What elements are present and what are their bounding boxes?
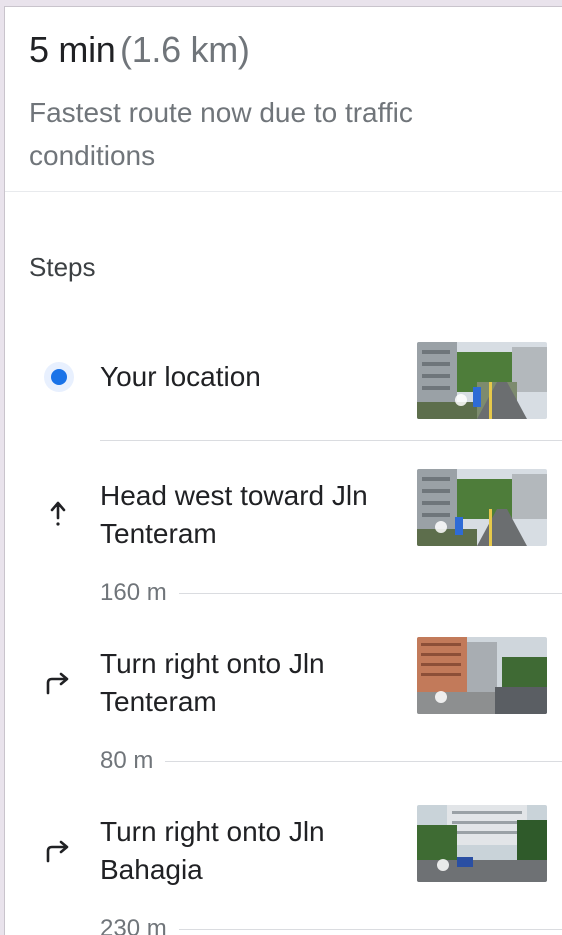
step-text: Head west toward Jln Tenteram — [100, 480, 368, 549]
steps-heading: Steps — [29, 252, 96, 282]
street-view-thumbnail[interactable] — [417, 637, 547, 714]
divider — [5, 191, 562, 192]
turn-right-icon — [43, 835, 73, 865]
step-distance: 230 m — [100, 915, 562, 935]
step-text: Turn right onto Jln Tenteram — [100, 648, 325, 717]
arrow-up-icon — [43, 499, 73, 529]
step-distance: 160 m — [100, 579, 562, 609]
route-time: 5 min — [29, 29, 116, 70]
turn-right-icon — [43, 667, 73, 697]
step-text: Your location — [100, 361, 261, 392]
distance-rule — [100, 761, 562, 762]
route-distance: (1.6 km) — [120, 29, 250, 70]
step-item-your-location[interactable]: Your location — [5, 337, 562, 419]
distance-label: 230 m — [100, 915, 179, 935]
distance-label: 160 m — [100, 579, 179, 607]
directions-panel: 5 min (1.6 km) Fastest route now due to … — [4, 6, 562, 935]
street-view-thumbnail[interactable] — [417, 342, 547, 419]
street-view-thumbnail[interactable] — [417, 469, 547, 546]
route-note: Fastest route now due to traffic conditi… — [29, 97, 413, 171]
step-item-head-west[interactable]: Head west toward Jln Tenteram — [5, 469, 562, 549]
route-summary: 5 min (1.6 km) — [29, 29, 562, 71]
step-text: Turn right onto Jln Bahagia — [100, 816, 325, 885]
street-view-thumbnail[interactable] — [417, 805, 547, 882]
distance-label: 80 m — [100, 747, 166, 775]
step-item-turn-right-tenteram[interactable]: Turn right onto Jln Tenteram — [5, 637, 562, 717]
step-item-turn-right-bahagia[interactable]: Turn right onto Jln Bahagia — [5, 805, 562, 885]
step-distance: 80 m — [100, 747, 562, 777]
location-dot-icon — [43, 361, 74, 392]
step-separator — [100, 440, 562, 441]
